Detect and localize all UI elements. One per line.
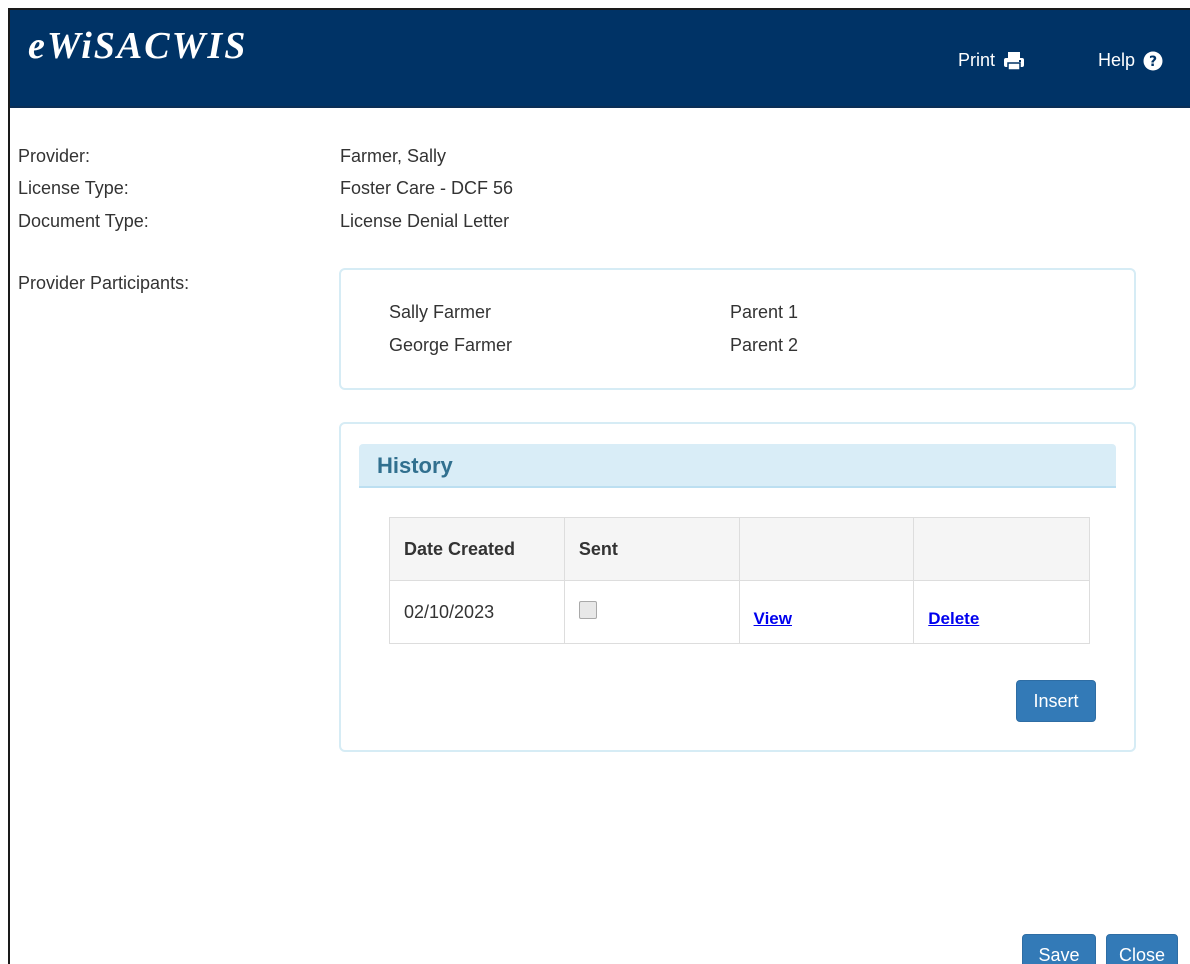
sent-checkbox[interactable] [578,600,597,619]
date-created-cell: 02/10/2023 [389,580,565,644]
column-header-sent: Sent [563,517,740,581]
app-logo: eWiSACWIS [28,25,248,67]
history-table: Date Created Sent 02/10/2023 View Delete [389,517,1090,644]
provider-participants-label: Provider Participants: [18,273,190,293]
insert-button[interactable]: Insert [1016,680,1096,722]
view-link[interactable]: View [754,609,792,628]
provider-label: Provider: [18,146,91,166]
history-panel: History Date Created Sent 02/10/2023 Vie… [339,422,1136,752]
printer-icon [1003,51,1025,71]
document-type-value: License Denial Letter [340,211,510,231]
history-title: History [377,453,453,478]
participants-panel: Sally Farmer Parent 1 George Farmer Pare… [339,268,1136,390]
close-button[interactable]: Close [1106,934,1178,964]
history-header: History [359,444,1116,488]
provider-value: Farmer, Sally [340,146,447,166]
license-type-label: License Type: [18,178,129,198]
column-header-delete [913,517,1090,581]
view-cell: View [738,580,915,644]
column-header-date-created: Date Created [389,517,565,581]
participant-name: Sally Farmer [389,302,492,322]
print-button[interactable]: Print [958,50,1025,71]
delete-link[interactable]: Delete [928,609,979,628]
document-type-label: Document Type: [18,211,149,231]
svg-text:?: ? [1149,54,1157,70]
help-label: Help [1098,50,1136,70]
table-header-row: Date Created Sent [389,517,1090,581]
app-header: eWiSACWIS Print Help ? [10,10,1190,108]
save-button[interactable]: Save [1022,934,1096,964]
column-header-view [738,517,915,581]
delete-cell: Delete [913,580,1090,644]
participant-role: Parent 2 [730,335,799,355]
question-circle-icon: ? [1143,51,1163,71]
participant-name: George Farmer [389,335,513,355]
sent-cell [563,580,740,644]
help-button[interactable]: Help ? [1098,50,1163,71]
participant-role: Parent 1 [730,302,799,322]
print-label: Print [958,50,996,70]
dialog-window: eWiSACWIS Print Help ? Provider: Farmer,… [8,8,1190,964]
license-type-value: Foster Care - DCF 56 [340,178,514,198]
table-row: 02/10/2023 View Delete [389,580,1090,644]
